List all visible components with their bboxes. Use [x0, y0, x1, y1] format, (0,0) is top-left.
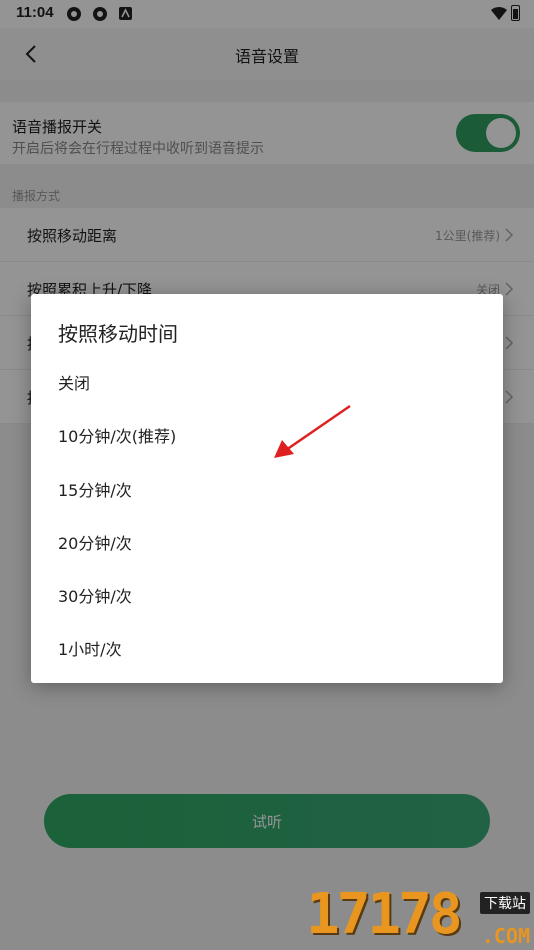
site-watermark: 17178 下载站 .COM: [306, 880, 534, 950]
dialog-option[interactable]: 关闭: [58, 370, 90, 394]
watermark-domain: .COM: [481, 924, 530, 948]
watermark-tag: 下载站: [480, 892, 530, 914]
dialog-title: 按照移动时间: [58, 322, 178, 346]
time-interval-dialog: 按照移动时间 关闭 10分钟/次(推荐) 15分钟/次 20分钟/次 30分钟/…: [31, 294, 503, 683]
dialog-option[interactable]: 30分钟/次: [58, 583, 132, 607]
watermark-number: 17178: [306, 882, 463, 947]
dialog-option[interactable]: 10分钟/次(推荐): [58, 423, 176, 447]
dialog-option[interactable]: 15分钟/次: [58, 477, 132, 501]
dialog-option[interactable]: 20分钟/次: [58, 530, 132, 554]
annotation-arrow-icon: [274, 404, 351, 458]
dialog-option[interactable]: 1小时/次: [58, 636, 122, 660]
